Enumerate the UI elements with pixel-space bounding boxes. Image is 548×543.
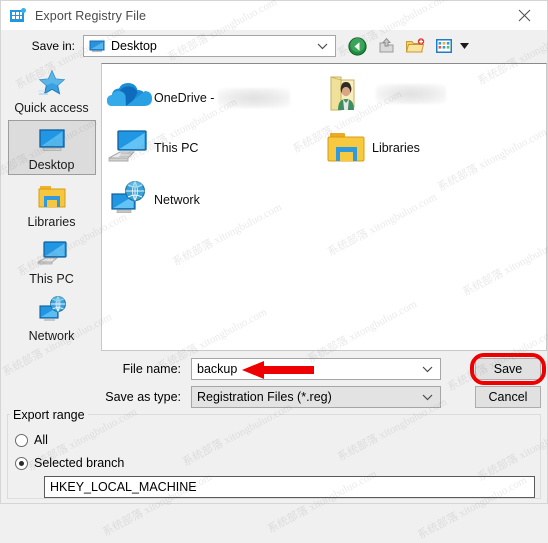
this-pc-icon [106,126,152,170]
chevron-down-icon[interactable] [422,362,433,376]
libraries-icon [324,126,370,170]
chevron-down-icon [317,39,328,53]
views-button[interactable] [433,35,455,57]
filetype-value: Registration Files (*.reg) [197,390,332,404]
close-button[interactable] [501,1,547,30]
place-label: Libraries [27,214,76,229]
list-item[interactable]: OneDrive - [106,76,291,120]
place-label: This PC [29,271,74,286]
new-folder-button[interactable] [404,35,426,57]
save-in-row: Save in: Desktop [1,30,547,62]
place-label: Desktop [28,157,75,172]
list-item[interactable]: This PC [106,126,198,170]
up-folder-icon [379,37,393,52]
up-one-level-button[interactable] [375,35,397,57]
filetype-dropdown[interactable]: Registration Files (*.reg) [191,386,441,408]
navigation-toolbar [346,35,470,57]
filename-field[interactable]: backup [191,358,441,380]
redacted-text [218,88,291,108]
radio-selected-branch[interactable]: Selected branch [15,456,124,470]
views-grid-icon [436,39,452,53]
new-folder-icon [405,37,425,52]
filename-value: backup [197,362,238,376]
onedrive-cloud-icon [106,76,152,120]
save-in-label: Save in: [31,39,75,53]
chevron-down-icon [459,43,469,49]
chevron-down-icon[interactable] [422,390,433,404]
filename-row: File name: backup [1,358,547,380]
network-icon [106,178,152,222]
views-dropdown-arrow[interactable] [458,35,470,57]
place-item-quick-access[interactable]: Quick access [8,63,96,118]
star-icon [35,67,69,99]
list-item-label: Libraries [372,141,420,155]
save-in-value: Desktop [111,39,157,53]
place-label: Network [28,328,75,343]
list-item[interactable]: Libraries [324,126,420,170]
list-item-label: OneDrive - [154,91,215,105]
radio-label: Selected branch [34,456,125,470]
places-bar: Quick access Desktop Libraries This PC N… [2,63,101,351]
title-bar: Export Registry File [1,1,547,30]
back-arrow-icon [347,36,367,56]
registry-icon [10,7,26,24]
selected-branch-value: HKEY_LOCAL_MACHINE [50,480,197,494]
selected-branch-input[interactable]: HKEY_LOCAL_MACHINE [44,476,535,498]
cancel-button[interactable]: Cancel [475,386,541,408]
export-registry-dialog: Export Registry File Save in: Desktop Qu… [0,0,548,542]
filetype-label: Save as type: [105,390,181,404]
place-label: Quick access [14,100,89,115]
radio-label: All [34,433,48,447]
filetype-row: Save as type: Registration Files (*.reg) [1,386,547,408]
libraries-icon [35,181,69,213]
monitor-icon [35,124,69,156]
place-item-network[interactable]: Network [8,291,96,346]
filename-label: File name: [122,362,181,376]
place-item-this-pc[interactable]: This PC [8,234,96,289]
place-item-desktop[interactable]: Desktop [7,120,96,175]
save-in-combo[interactable]: Desktop [83,35,336,57]
desktop-monitor-icon [89,40,105,53]
place-item-libraries[interactable]: Libraries [8,177,96,232]
save-button[interactable]: Save [475,358,541,380]
list-item-label: This PC [154,141,199,155]
window-title: Export Registry File [35,8,147,23]
list-item-label: Network [154,193,200,207]
radio-icon[interactable] [15,456,28,470]
user-folder-icon [324,72,370,116]
export-range-legend: Export range [10,408,88,422]
file-form: File name: backup Save as type: Registra… [1,353,547,409]
redacted-text [376,84,446,104]
list-item[interactable]: Network [106,178,200,222]
close-icon [518,9,530,22]
this-pc-icon [35,238,69,270]
radio-icon[interactable] [15,433,28,447]
network-icon [35,295,69,327]
file-list-panel[interactable]: OneDrive - This PC Libraries Network [101,63,547,351]
list-item[interactable] [324,72,446,116]
radio-all[interactable]: All [15,433,48,447]
back-button[interactable] [346,35,368,57]
